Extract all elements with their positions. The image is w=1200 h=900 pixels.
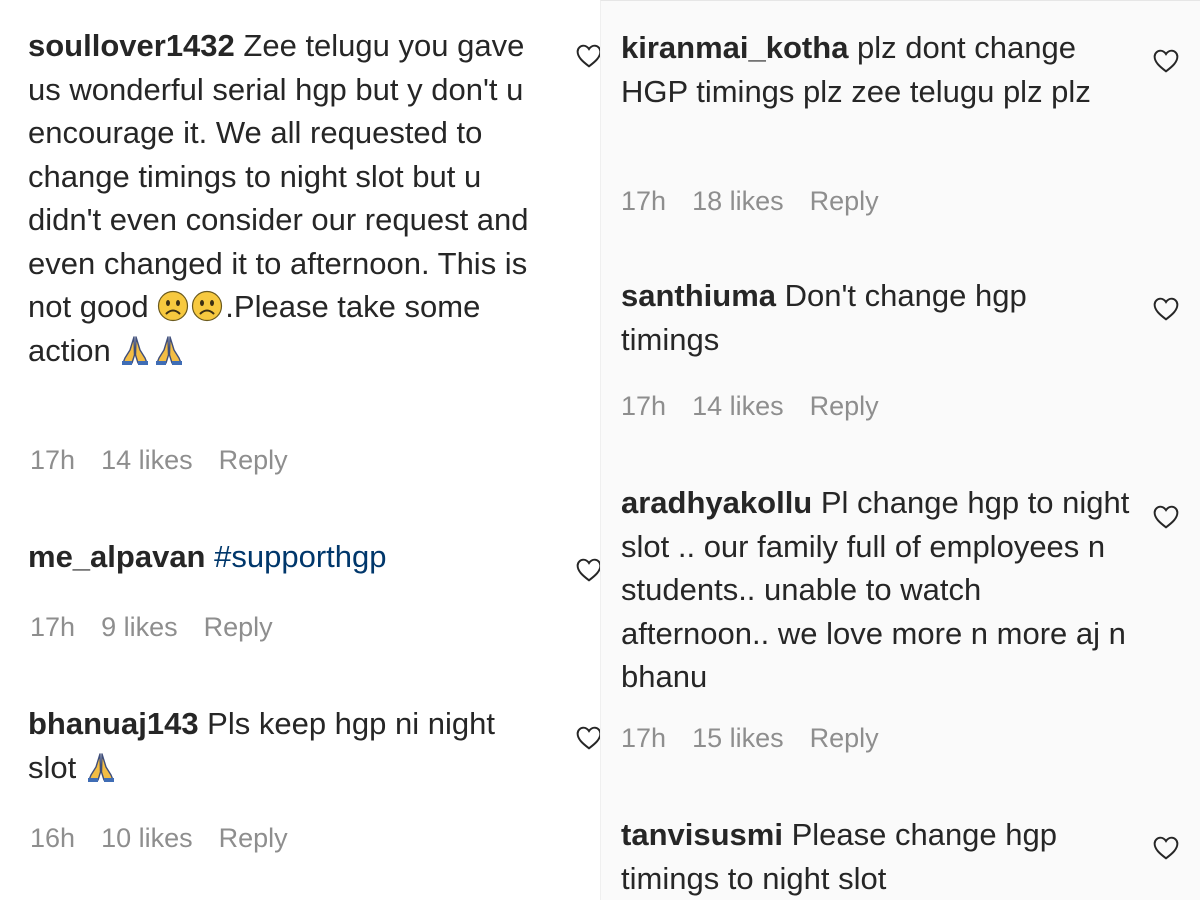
- reply-button[interactable]: Reply: [810, 391, 879, 422]
- comment-text: me_alpavan #supporthgp: [28, 535, 548, 579]
- comment-likes[interactable]: 9 likes: [101, 612, 178, 643]
- folded-hands-emoji: [153, 334, 185, 366]
- comment-item: aradhyakollu Pl change hgp to night slot…: [621, 481, 1131, 699]
- like-heart-icon[interactable]: [576, 44, 602, 68]
- sad-face-emoji: [191, 290, 223, 322]
- comment-meta: 17h 14 likes Reply: [30, 445, 314, 476]
- comment-likes[interactable]: 10 likes: [101, 823, 193, 854]
- folded-hands-emoji: [119, 334, 151, 366]
- comment-time: 16h: [30, 823, 76, 853]
- comment-meta: 16h 10 likes Reply: [30, 823, 314, 854]
- reply-button[interactable]: Reply: [810, 186, 879, 217]
- reply-button[interactable]: Reply: [219, 823, 288, 854]
- comment-item: bhanuaj143 Pls keep hgp ni night slot: [28, 702, 548, 789]
- comment-item: me_alpavan #supporthgp: [28, 535, 548, 579]
- like-heart-icon[interactable]: [1153, 505, 1179, 529]
- like-heart-icon[interactable]: [576, 558, 602, 582]
- comment-meta: 17h 9 likes Reply: [30, 612, 299, 643]
- like-heart-icon[interactable]: [1153, 49, 1179, 73]
- comment-username[interactable]: aradhyakollu: [621, 485, 812, 520]
- folded-hands-emoji: [85, 751, 117, 783]
- reply-button[interactable]: Reply: [810, 723, 879, 754]
- reply-button[interactable]: Reply: [204, 612, 273, 643]
- comment-item: santhiuma Don't change hgp timings: [621, 274, 1121, 361]
- reply-button[interactable]: Reply: [219, 445, 288, 476]
- comment-text: aradhyakollu Pl change hgp to night slot…: [621, 481, 1131, 699]
- comment-likes[interactable]: 18 likes: [692, 186, 784, 217]
- hashtag-link[interactable]: #supporthgp: [214, 539, 386, 574]
- comment-username[interactable]: tanvisusmi: [621, 817, 783, 852]
- comment-username[interactable]: me_alpavan: [28, 539, 206, 574]
- comment-text: soullover1432 Zee telugu you gave us won…: [28, 24, 548, 372]
- comment-time: 17h: [621, 723, 667, 753]
- comment-time: 17h: [30, 445, 76, 475]
- comment-meta: 17h 18 likes Reply: [621, 186, 905, 217]
- comment-username[interactable]: bhanuaj143: [28, 706, 199, 741]
- comment-username[interactable]: soullover1432: [28, 28, 235, 63]
- like-heart-icon[interactable]: [1153, 836, 1179, 860]
- comment-likes[interactable]: 14 likes: [692, 391, 784, 422]
- comment-time: 17h: [621, 186, 667, 216]
- comment-username[interactable]: kiranmai_kotha: [621, 30, 848, 65]
- comment-text: bhanuaj143 Pls keep hgp ni night slot: [28, 702, 548, 789]
- comment-text: kiranmai_kotha plz dont change HGP timin…: [621, 26, 1121, 113]
- comment-item: kiranmai_kotha plz dont change HGP timin…: [621, 26, 1121, 113]
- comment-meta: 17h 15 likes Reply: [621, 723, 905, 754]
- comment-username[interactable]: santhiuma: [621, 278, 776, 313]
- comment-likes[interactable]: 14 likes: [101, 445, 193, 476]
- comment-item: soullover1432 Zee telugu you gave us won…: [28, 24, 548, 372]
- comment-meta: 17h 14 likes Reply: [621, 391, 905, 422]
- comment-time: 17h: [621, 391, 667, 421]
- like-heart-icon[interactable]: [1153, 297, 1179, 321]
- comment-item: tanvisusmi Please change hgp timings to …: [621, 813, 1121, 900]
- comments-column-right: kiranmai_kotha plz dont change HGP timin…: [600, 0, 1200, 900]
- comment-body: Zee telugu you gave us wonderful serial …: [28, 28, 529, 324]
- like-heart-icon[interactable]: [576, 726, 602, 750]
- comments-column-left: soullover1432 Zee telugu you gave us won…: [0, 0, 600, 900]
- comment-time: 17h: [30, 612, 76, 642]
- comment-text: tanvisusmi Please change hgp timings to …: [621, 813, 1121, 900]
- comment-text: santhiuma Don't change hgp timings: [621, 274, 1121, 361]
- comment-likes[interactable]: 15 likes: [692, 723, 784, 754]
- sad-face-emoji: [157, 290, 189, 322]
